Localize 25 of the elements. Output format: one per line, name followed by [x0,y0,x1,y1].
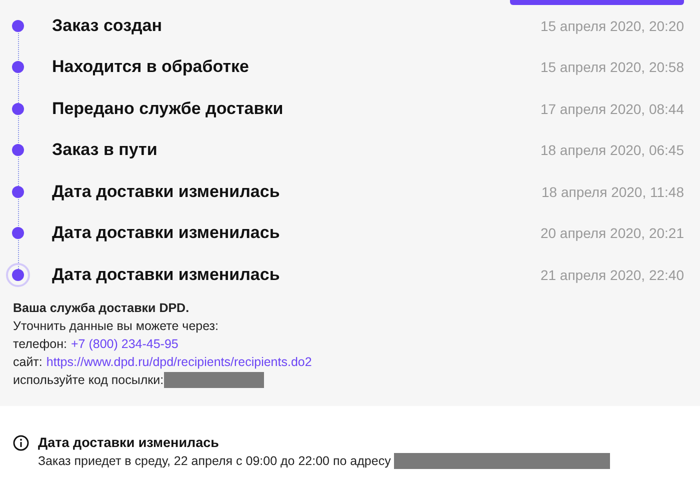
event-date: 17 апреля 2020, 08:44 [540,100,684,117]
event-date: 15 апреля 2020, 20:20 [540,18,684,34]
event-title: Заказ создан [52,16,164,36]
event-title: Дата доставки изменилась [52,182,281,202]
event-date: 18 апреля 2020, 06:45 [540,142,684,158]
info-label: сайт: [13,354,42,370]
event-title: Дата доставки изменилась [52,264,281,285]
info-link[interactable]: +7 (800) 234-45-95 [70,334,178,352]
info-icon [13,434,29,450]
event-title: Дата доставки изменилась [52,223,281,244]
notice-text: Заказ приедет в среду, 22 апреля с 09:00 до 22:00 по адресу [38,452,391,470]
action-button[interactable] [510,0,684,5]
info-text: Уточнить данные вы можете через: [13,318,218,334]
notice-title: Дата доставки изменилась [38,434,220,452]
event-date: 15 апреля 2020, 20:58 [540,59,684,76]
event-date: 21 апреля 2020, 22:40 [540,266,684,283]
event-date: 18 апреля 2020, 11:48 [542,184,684,200]
info-label: используйте код посылки: [13,372,164,388]
event-title: Заказ в пути [52,140,158,160]
info-label: телефон: [13,336,67,352]
event-title: Передано службе доставки [52,98,284,119]
info-link[interactable]: https://www.dpd.ru/dpd/recipients/recipients.do2 [46,352,312,370]
event-title: Находится в обработке [52,57,250,78]
event-date: 20 апреля 2020, 20:21 [540,225,684,242]
carrier-heading: Ваша служба доставки DPD. [13,300,190,316]
